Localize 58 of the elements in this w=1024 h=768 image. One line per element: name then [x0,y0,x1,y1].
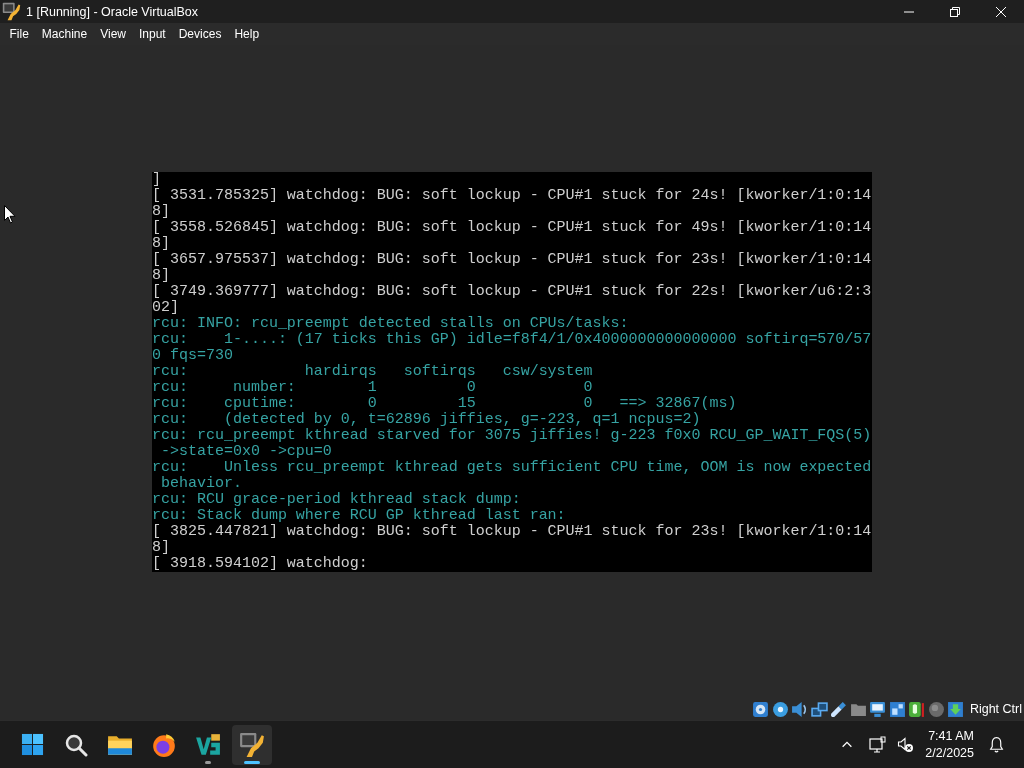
console-line: rcu: hardirqs softirqs csw/system [152,363,593,380]
logo-icon [195,731,221,758]
console-line: rcu: cputime: 0 15 0 ==> 32867(ms) [152,395,737,412]
menu-item[interactable]: Devices [172,25,228,43]
mouse-pointer-icon [4,205,16,224]
arrow-down-icon[interactable] [947,700,965,718]
console-line: [ 3825.447821] watchdog: BUG: soft lockup - CPU#1 stuck for 23s! [kworker/1:0:14 [152,523,872,540]
clock-time: 7:41 AM [928,728,974,744]
windows-logo-icon [20,733,44,756]
console-line: rcu: RCU grace-period kthread stack dump: [152,491,521,508]
disc-icon[interactable] [771,700,789,718]
window-title: 1 [Running] - Oracle VirtualBox [26,4,200,19]
console-line: behavior. [160,475,242,492]
clock-button[interactable]: 7:41 AM 2/2/2025 [919,728,978,761]
console-line: rcu: number: 1 0 0 [152,379,593,396]
menu-item[interactable]: Machine [35,25,94,43]
console-line: rcu: Stack dump where RCU GP kthread last ran: [152,507,566,524]
console-line: 0 fqs=730 [152,347,233,364]
menu-item[interactable]: Help [227,25,266,43]
console-line: [ 3918.594102] watchdog: [152,555,368,572]
clock-date: 2/2/2025 [925,745,974,761]
console-line: 8] [152,267,170,284]
console-line: rcu: (detected by 0, t=62896 jiffies, g=-223, q=1 ncpus=2) [152,411,701,428]
app-logo-icon [2,2,21,21]
console-line: ] [152,171,161,188]
window-icon[interactable] [888,700,906,718]
menu-item[interactable]: View [93,25,133,43]
console-line: 8] [152,539,170,556]
mouse-icon[interactable] [908,700,926,718]
console-line: [ 3531.785325] watchdog: BUG: soft lockup - CPU#1 stuck for 24s! [kworker/1:0:14 [152,187,872,204]
circle-icon[interactable] [927,700,945,718]
console-line: rcu: Unless rcu_preempt kthread gets sufficient CPU time, OOM is now expected [152,459,872,476]
speaker-muted-icon [896,736,914,753]
monitor-icon [868,736,886,753]
host-key-label[interactable]: Right Ctrl [969,702,1022,716]
search-icon [64,732,88,757]
console-line: rcu: 1-....: (17 ticks this GP) idle=f8f4/1/0x4000000000000000 softirq=570/57 [152,331,872,348]
console-line: 02] [152,299,179,316]
browser-icon [151,731,177,758]
menu-item[interactable]: File [3,25,36,43]
monitor-icon[interactable] [869,700,887,718]
console-line: ->state=0x0 ->cpu=0 [160,443,332,460]
console-line: [ 3657.975537] watchdog: BUG: soft lockup - CPU#1 stuck for 23s! [kworker/1:0:14 [152,251,872,268]
console-line: [ 3749.369777] watchdog: BUG: soft lockup - CPU#1 stuck for 22s! [kworker/u6:2:3 [152,283,872,300]
console-line: 8] [152,235,170,252]
close-icon [996,6,1006,17]
usb-stick-icon[interactable] [830,700,848,718]
console-line: [ 3558.526845] watchdog: BUG: soft lockup - CPU#1 stuck for 49s! [kworker/1:0:14 [152,219,872,236]
speaker-icon[interactable] [791,700,809,718]
app-logo-icon [239,731,265,758]
console-line: rcu: rcu_preempt kthread starved for 3075 jiffies! g-223 f0x0 RCU_GP_WAIT_FQS(5) [152,427,872,444]
console-line: rcu: INFO: rcu_preempt detected stalls on CPUs/tasks: [152,315,629,332]
taskbar-app-button[interactable] [232,724,272,765]
restore-icon [950,6,960,17]
console-line: 8] [152,203,170,220]
bell-icon [987,736,1005,753]
menu-item[interactable]: Input [132,25,173,43]
network-icon[interactable] [810,700,828,718]
